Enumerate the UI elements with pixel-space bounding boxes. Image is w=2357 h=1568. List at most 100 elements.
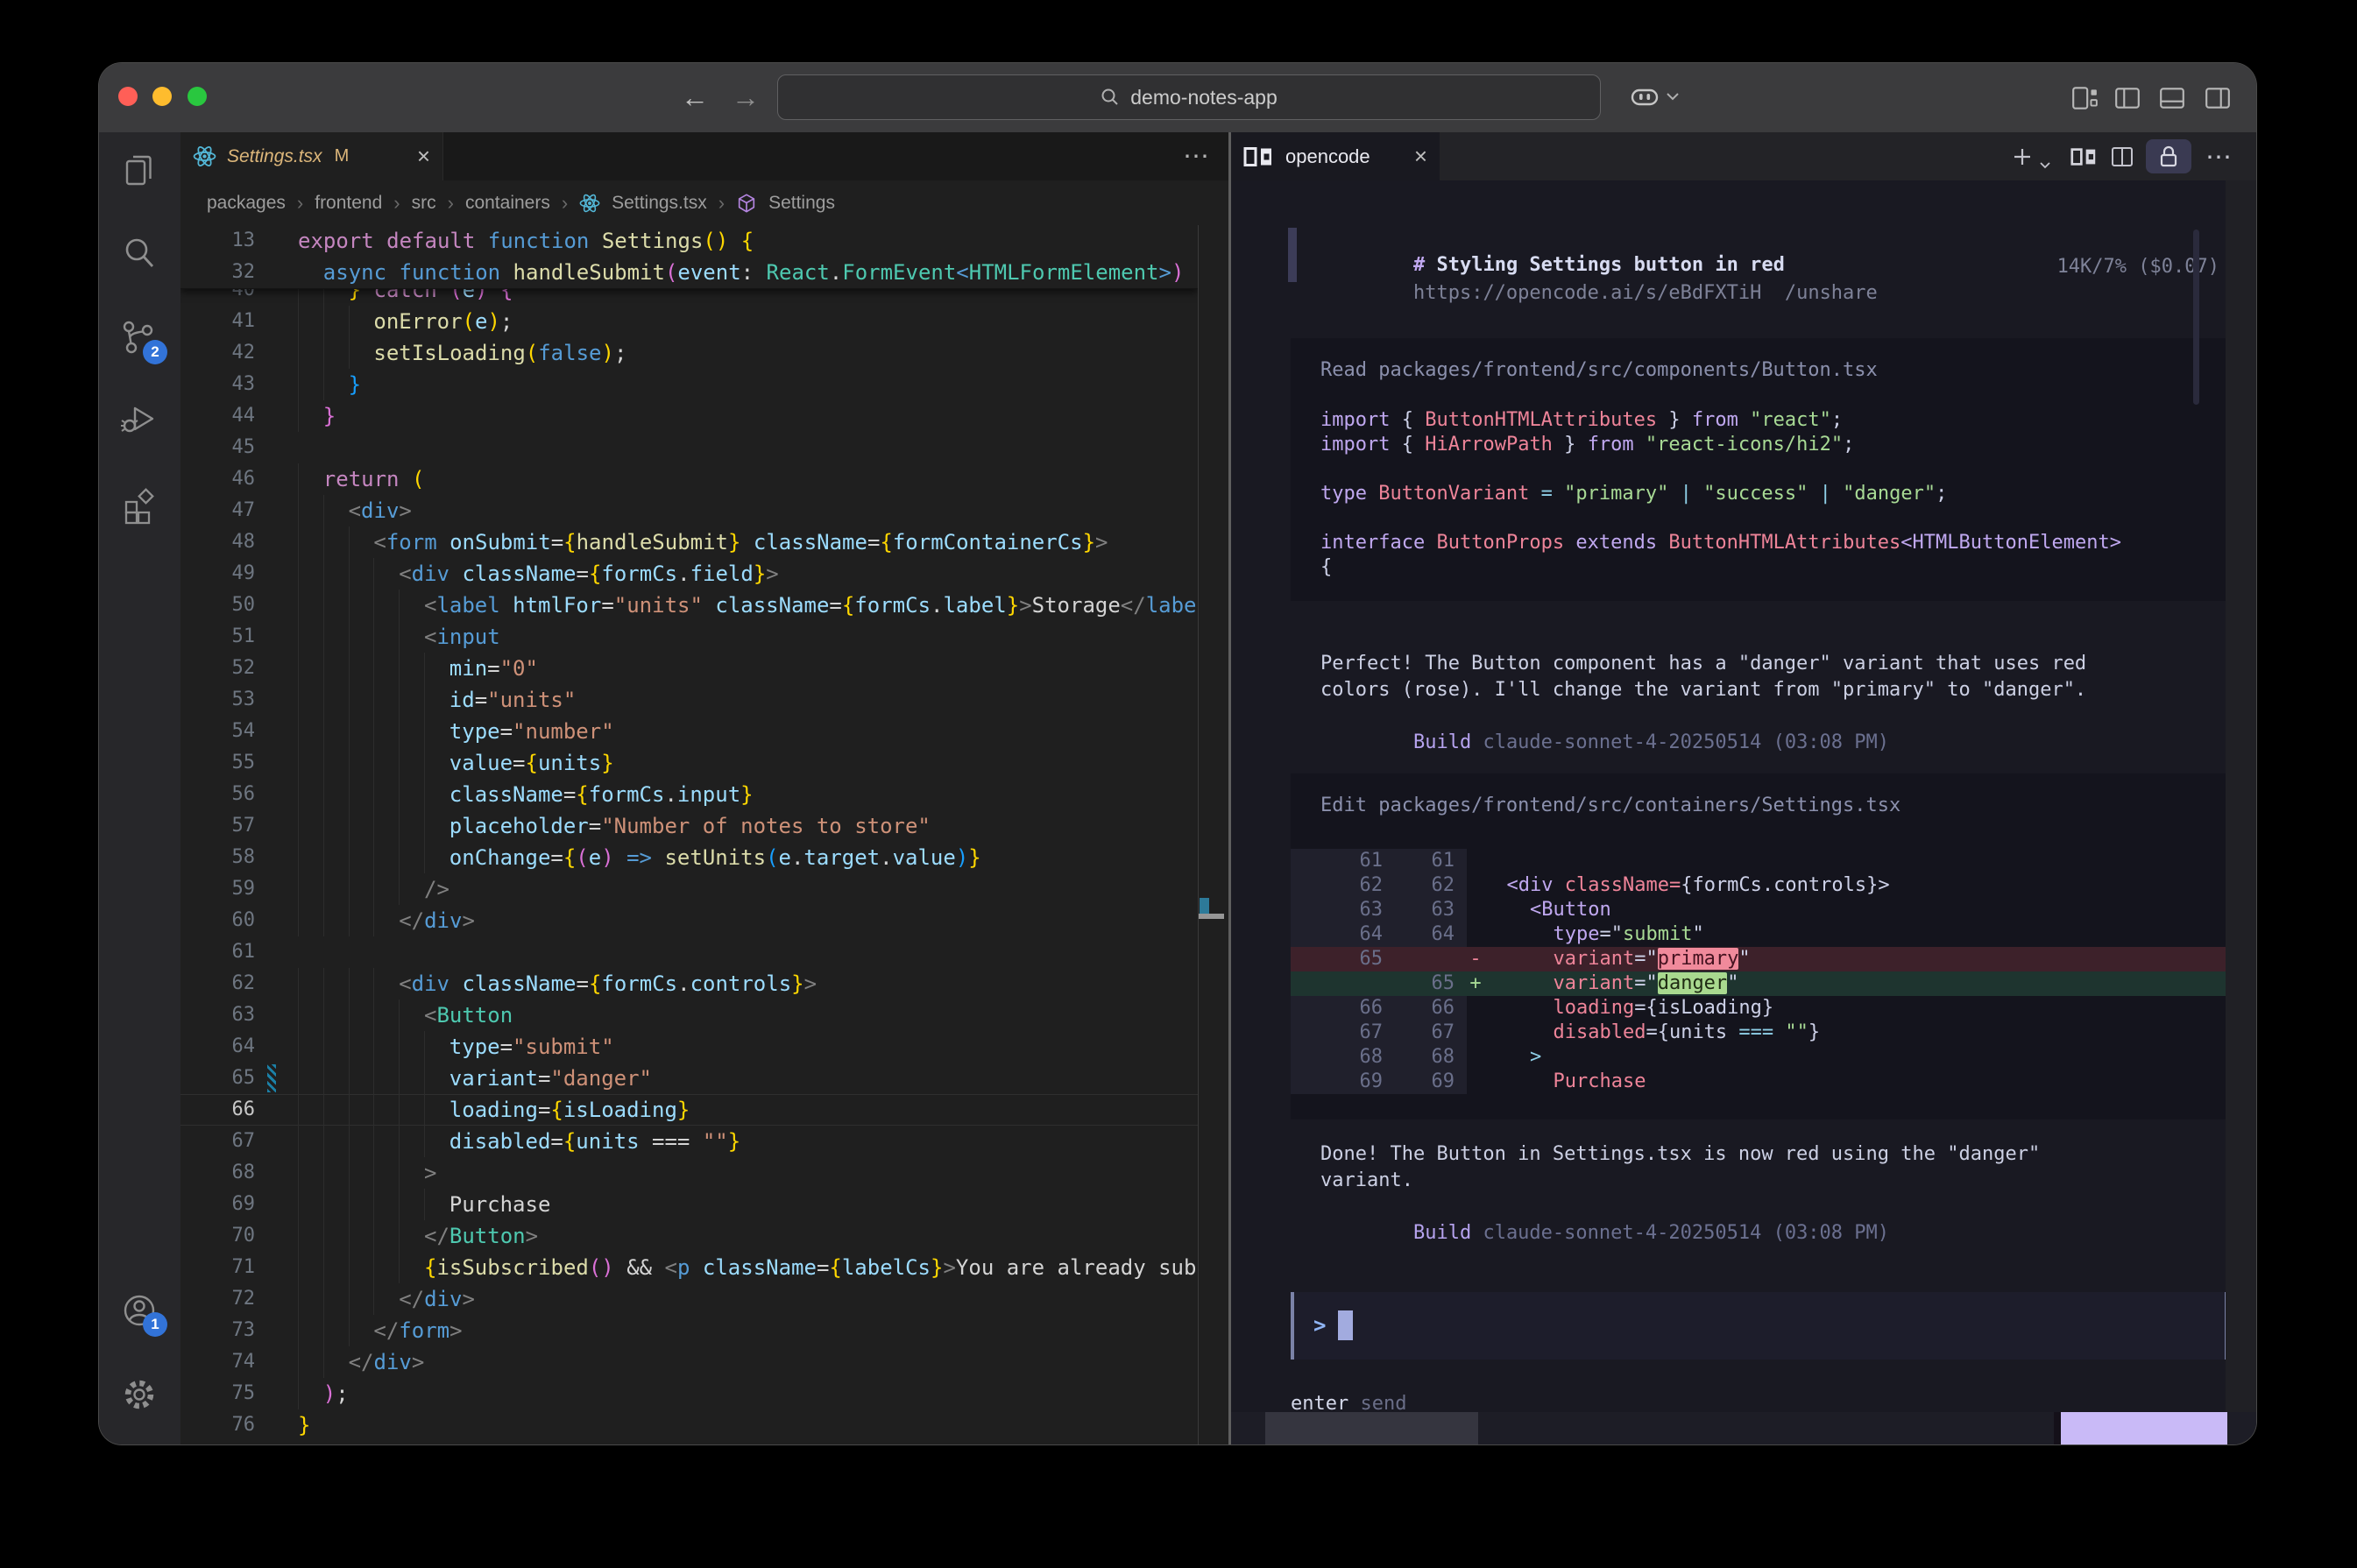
code-line: 65variant="danger" [180,1063,1198,1094]
breadcrumb-item[interactable]: src [412,193,436,214]
editor-tabs: Settings.tsx M × ⋯ [180,132,1228,180]
overview-ruler[interactable] [1198,225,1224,1444]
assistant-text: Done! The Button in Settings.tsx is now … [1320,1141,2040,1168]
copilot-icon[interactable] [1629,84,1660,110]
opencode-panel: opencode × ⋯ [1231,132,2256,1444]
zoom-window-button[interactable] [188,87,207,106]
tab-opencode[interactable]: opencode × [1231,132,1440,180]
toggle-panel-icon[interactable] [2158,84,2186,112]
code-line: 76} [180,1409,1198,1441]
command-center-search[interactable]: demo-notes-app [777,74,1601,120]
code-line: 49<div className={formCs.field}> [180,558,1198,590]
chat-scrollbar[interactable] [2193,230,2199,405]
session-title: # Styling Settings button in red [1320,226,1785,252]
code-line: 43} [180,369,1198,400]
close-window-button[interactable] [118,87,138,106]
split-editor-icon[interactable] [2109,140,2135,173]
sticky-scroll: 13export default function Settings() {32… [180,225,1198,289]
settings-gear-icon[interactable] [120,1375,159,1414]
code-line: 60</div> [180,905,1198,936]
code-line: 70</Button> [180,1220,1198,1252]
diff-row: 6363 <Button [1291,898,2226,922]
panel-tab-label: opencode [1285,145,1370,168]
code-line: 58onChange={(e) => setUnits(e.target.val… [180,842,1198,873]
code-line: 57placeholder="Number of notes to store" [180,810,1198,842]
editor-group: Settings.tsx M × ⋯ packages› frontend› s… [180,132,1231,1444]
breadcrumb-item[interactable]: containers [465,193,550,214]
more-actions-icon[interactable]: ⋯ [2205,140,2232,173]
back-arrow-icon[interactable]: ← [681,63,709,132]
diff-row: 6262 <div className={formCs.controls}> [1291,873,2226,898]
panel-edge [2226,180,2256,1412]
account-icon[interactable]: 1 [120,1291,159,1330]
chevron-down-icon[interactable] [1666,92,1680,101]
add-session-icon[interactable] [2011,140,2034,173]
code-line: 67disabled={units === ""} [180,1126,1198,1157]
activity-bar: 2 1 [99,132,180,1444]
code-line: 53id="units" [180,684,1198,716]
diff-row: 6767 disabled={units === ""} [1291,1021,2226,1045]
session-share-line: https://opencode.ai/s/eBdFXTiH /unshare [1320,254,1878,280]
opencode-logo-icon [1243,146,1273,167]
search-value: demo-notes-app [1130,86,1278,109]
modified-badge: M [335,146,350,166]
breadcrumb: packages› frontend› src› containers› Set… [180,180,1228,225]
tui-code-line: import { ButtonHTMLAttributes } from "re… [1320,408,2219,433]
code-editor[interactable]: 40} catch (e) {41onError(e);42setIsLoadi… [180,225,1198,1444]
breadcrumb-item[interactable]: Settings.tsx [612,193,707,214]
cursor-marker [1199,914,1224,919]
diff-row: 6868 > [1291,1045,2226,1070]
opencode-icon[interactable] [2070,140,2097,173]
build-meta: Build claude-sonnet-4-20250514 (03:08 PM… [1320,1194,1889,1220]
code-line: 56className={formCs.input} [180,779,1198,810]
breadcrumb-item[interactable]: Settings [768,193,835,214]
toggle-primary-sidebar-icon[interactable] [2113,84,2141,112]
react-icon [579,193,600,214]
run-debug-icon[interactable] [120,401,159,440]
session-url[interactable]: https://opencode.ai/s/eBdFXTiH [1413,282,1761,304]
scm-badge: 2 [143,340,167,364]
explorer-icon[interactable] [120,151,159,189]
code-line: 61 [180,936,1198,968]
breadcrumb-item[interactable]: packages [207,193,286,214]
forward-arrow-icon[interactable]: → [732,63,760,132]
code-lines: 40} catch (e) {41onError(e);42setIsLoadi… [180,225,1198,1441]
code-line: 68> [180,1157,1198,1189]
chevron-down-icon[interactable] [2039,148,2051,181]
close-icon[interactable]: × [1414,143,1427,170]
breadcrumb-item[interactable]: frontend [315,193,382,214]
session-accent-bar [1288,228,1297,282]
diff-row: 65- variant="primary" [1291,947,2226,971]
close-icon[interactable]: × [417,143,430,170]
code-line: 46return ( [180,463,1198,495]
assistant-text: Perfect! The Button component has a "dan… [1320,651,2086,677]
code-line: 63<Button [180,999,1198,1031]
code-line: 72</div> [180,1283,1198,1315]
code-line: 64type="submit" [180,1031,1198,1063]
tui-code-line: interface ButtonProps extends ButtonHTML… [1320,531,2219,555]
read-header: Read packages/frontend/src/components/Bu… [1320,357,1878,384]
search-icon[interactable] [120,235,159,273]
customize-layout-icon[interactable] [2070,84,2099,112]
minimize-window-button[interactable] [152,87,172,106]
code-line: 48<form onSubmit={handleSubmit} classNam… [180,526,1198,558]
code-line: 75); [180,1378,1198,1409]
code-line: 74</div> [180,1346,1198,1378]
toggle-secondary-sidebar-icon[interactable] [2204,84,2232,112]
extensions-icon[interactable] [120,487,159,526]
agent-separator [2054,1412,2061,1444]
more-actions-icon[interactable]: ⋯ [1183,132,1209,180]
prompt-input[interactable]: > [1291,1292,2226,1360]
account-badge: 1 [143,1312,167,1337]
diff-row: 6161 [1291,849,2226,873]
symbol-module-icon [736,193,757,214]
source-control-icon[interactable]: 2 [120,319,159,357]
tui-code-line [1320,506,2219,531]
code-line: 42setIsLoading(false); [180,337,1198,369]
opencode-chat[interactable]: # Styling Settings button in red https:/… [1231,180,2226,1412]
lock-toggle[interactable] [2146,139,2191,173]
modified-gutter-marker [267,1064,276,1092]
tab-settings-tsx[interactable]: Settings.tsx M × [180,132,443,180]
assistant-text: colors (rose). I'll change the variant f… [1320,677,2086,703]
tab-label: Settings.tsx [227,146,322,167]
